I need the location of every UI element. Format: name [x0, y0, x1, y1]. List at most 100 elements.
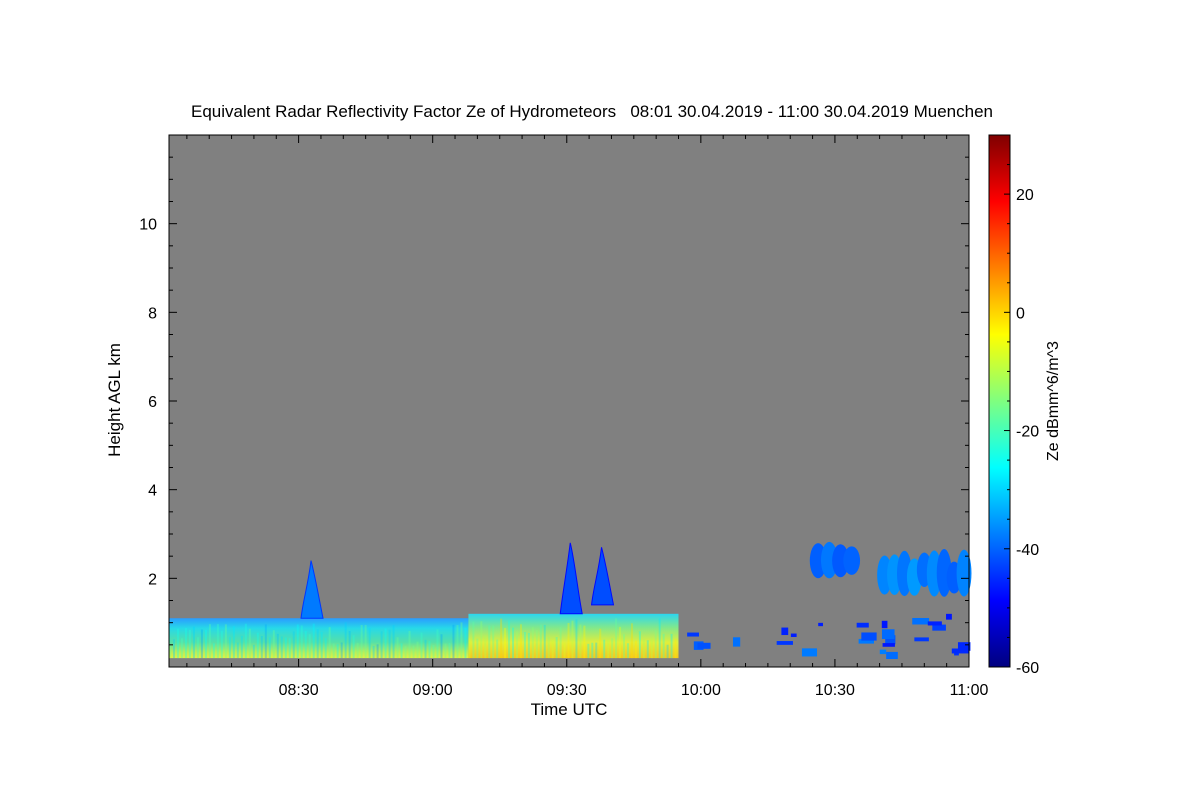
echo-streak [216, 624, 219, 659]
echo-streak [228, 637, 231, 659]
echo-streak [284, 637, 287, 659]
chart-title: Equivalent Radar Reflectivity Factor Ze … [191, 102, 993, 121]
echo-streak [356, 642, 359, 659]
echo-streak [220, 630, 223, 659]
colorbar-label: Ze dBmm^6/m^3 [1045, 341, 1062, 461]
echo-streak [308, 634, 311, 659]
echo-streak [547, 636, 550, 659]
echo-streak [666, 644, 669, 659]
echo-streak [662, 633, 665, 659]
echo-streak [256, 632, 259, 659]
echo-streak [264, 624, 267, 659]
echo-streak [575, 619, 578, 659]
echo-streak [626, 643, 629, 659]
echo-streak [260, 636, 263, 659]
echo-streak [500, 618, 503, 659]
echo-streak [579, 624, 582, 659]
echo-streak [611, 638, 614, 659]
radar-reflectivity-figure: Equivalent Radar Reflectivity Factor Ze … [105, 102, 1062, 719]
colorbar-tick-label: 20 [1016, 187, 1034, 204]
echo-streak [650, 637, 653, 659]
echo-streak [587, 643, 590, 659]
echo-fragment [697, 642, 711, 649]
echo-streak [654, 630, 657, 659]
colorbar: 20 0 -20 -40 -60 Ze dBmm^6/m^3 [988, 134, 1062, 677]
echo-fragment [946, 613, 952, 620]
x-tick-label: 09:00 [413, 682, 453, 699]
echo-streak [380, 631, 383, 659]
echo-streak [432, 644, 435, 659]
echo-streak [376, 644, 379, 659]
echo-streak [595, 642, 598, 659]
echo-fragment [861, 632, 877, 641]
echo-streak [252, 644, 255, 659]
echo-streak [324, 638, 327, 659]
echo-streak [268, 637, 271, 659]
echo-streak [364, 624, 367, 659]
echo-streak [240, 635, 243, 659]
y-tick-label: 2 [148, 571, 157, 588]
echo-streak [300, 625, 303, 659]
echo-fragment [790, 633, 797, 637]
echo-streak [204, 629, 207, 659]
colorbar-tick-label: -60 [1016, 660, 1039, 677]
echo-fragment [856, 622, 869, 628]
echo-streak [392, 625, 395, 659]
echo-streak [563, 642, 566, 659]
echo-streak [504, 628, 507, 659]
echo-streak [344, 622, 347, 659]
echo-streak [312, 623, 315, 659]
y-axis-label: Height AGL km [105, 343, 124, 457]
echo-fragment [886, 651, 898, 660]
echo-streak [642, 639, 645, 659]
echo-streak [472, 621, 475, 659]
echo-streak [400, 643, 403, 659]
echo-streak [384, 628, 387, 659]
echo-fragment [818, 622, 823, 627]
echo-streak [184, 628, 187, 659]
echo-streak [516, 631, 519, 659]
echo-streak [296, 624, 299, 659]
echo-streak [452, 624, 455, 659]
echo-streak [539, 624, 542, 659]
echo-streak [328, 627, 331, 659]
echo-streak [519, 624, 522, 659]
echo-streak [420, 632, 423, 659]
echo-streak [488, 625, 491, 659]
echo-streak [555, 637, 558, 659]
echo-streak [634, 640, 637, 659]
echo-streak [543, 624, 546, 659]
echo-streak [224, 624, 227, 659]
echo-streak [440, 634, 443, 659]
x-tick-label: 10:00 [681, 682, 721, 699]
echo-streak [292, 631, 295, 659]
echo-streak [484, 635, 487, 659]
echo-streak [551, 639, 554, 659]
x-axis-label: Time UTC [531, 700, 608, 719]
echo-streak [523, 632, 526, 659]
echo-streak [208, 624, 211, 659]
echo-streak [619, 626, 622, 659]
echo-cloud [843, 546, 861, 575]
echo-streak [646, 640, 649, 659]
echo-streak [658, 618, 661, 659]
echo-streak [408, 630, 411, 659]
echo-streak [464, 627, 467, 659]
echo-streak [599, 628, 602, 659]
echo-streak [180, 638, 183, 659]
echo-streak [388, 629, 391, 659]
echo-streak [276, 633, 279, 659]
echo-streak [591, 642, 594, 659]
echo-streak [188, 629, 191, 659]
echo-streak [607, 639, 610, 659]
echo-streak [196, 637, 199, 659]
echo-streak [571, 620, 574, 659]
x-tick-label: 08:30 [279, 682, 319, 699]
echo-streak [527, 632, 530, 659]
echo-streak [448, 643, 451, 659]
echo-streak [456, 625, 459, 659]
echo-streak [670, 633, 673, 659]
echo-fragment [781, 627, 789, 636]
y-tick-label: 10 [139, 217, 157, 234]
echo-streak [567, 622, 570, 659]
